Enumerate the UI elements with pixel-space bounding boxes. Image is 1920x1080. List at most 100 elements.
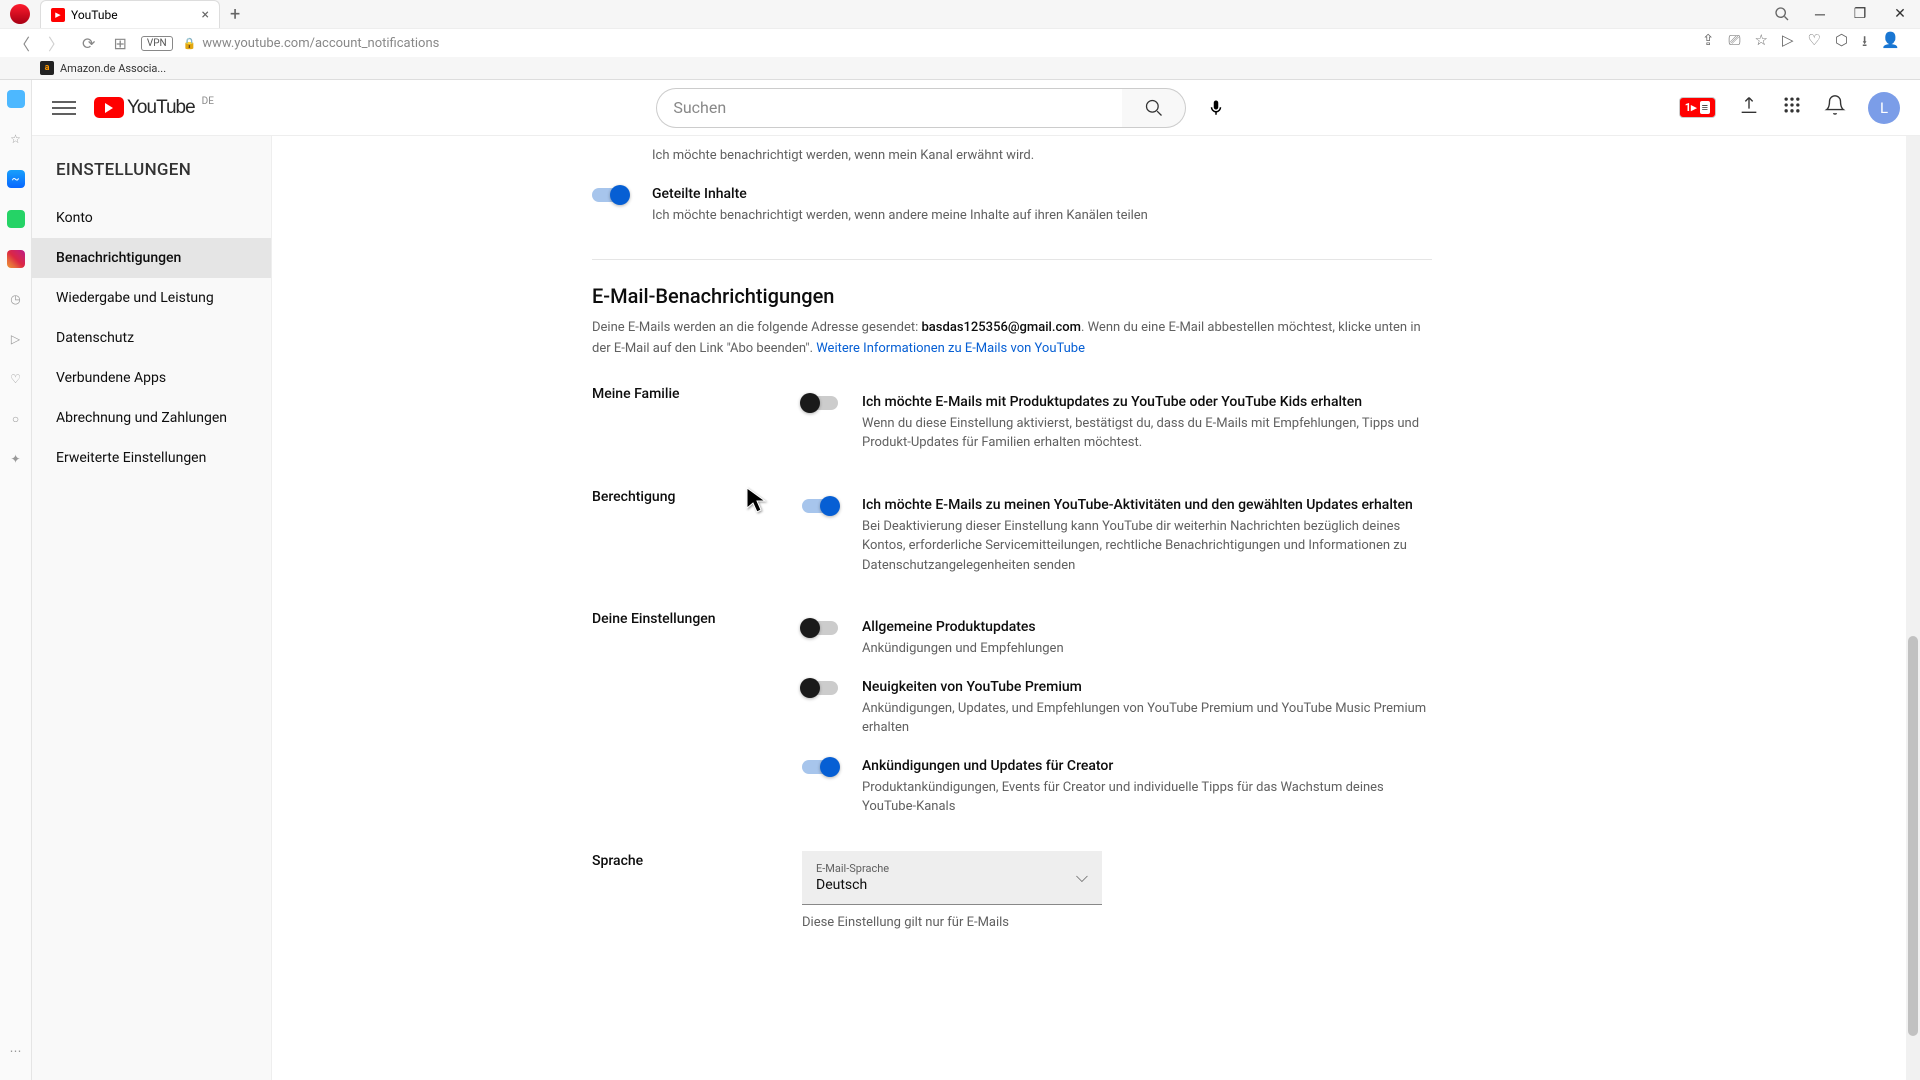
premium-news-title: Neuigkeiten von YouTube Premium (862, 679, 1432, 695)
settings-sidebar: EINSTELLUNGEN Konto Benachrichtigungen W… (32, 136, 272, 1080)
shared-desc: Ich möchte benachrichtigt werden, wenn a… (652, 206, 1432, 226)
instagram-icon[interactable] (7, 250, 25, 268)
maximize-button[interactable]: ❐ (1840, 0, 1880, 28)
url-field[interactable]: 🔒 www.youtube.com/account_notifications (183, 36, 1692, 51)
apps-icon[interactable] (1782, 95, 1802, 120)
email-info-link[interactable]: Weitere Informationen zu E-Mails von You… (816, 341, 1085, 356)
youtube-logo[interactable]: YouTube DE (94, 97, 214, 119)
family-title: Ich möchte E-Mails mit Produktupdates zu… (862, 394, 1432, 410)
header-right: 1▸ L (1679, 92, 1900, 124)
vpn-badge[interactable]: VPN (141, 36, 173, 51)
tab-close-icon[interactable]: × (202, 7, 209, 23)
more-icon[interactable]: ⋯ (7, 1042, 25, 1060)
browser-chrome: YouTube × + ─ ❐ ✕ 〈 〉 ⟳ ⊞ VPN 🔒 www.yout… (0, 0, 1920, 80)
window-controls: ─ ❐ ✕ (1800, 0, 1920, 28)
general-updates-title: Allgemeine Produktupdates (862, 619, 1432, 635)
sidebar-item-konto[interactable]: Konto (32, 198, 271, 238)
download-icon[interactable]: ⭳ (1862, 31, 1867, 56)
creator-updates-toggle[interactable] (802, 760, 838, 774)
shared-title: Geteilte Inhalte (652, 186, 1432, 202)
sidebar-item-verbundene-apps[interactable]: Verbundene Apps (32, 358, 271, 398)
language-value: Deutsch (816, 877, 1088, 893)
play-icon[interactable]: ▷ (7, 330, 25, 348)
speed-dial-icon[interactable]: ⊞ (109, 34, 130, 53)
permission-label: Berechtigung (592, 487, 802, 586)
language-note: Diese Einstellung gilt nur für E-Mails (802, 915, 1432, 930)
heart-icon[interactable]: ♡ (1807, 31, 1820, 56)
language-select[interactable]: E-Mail-Sprache Deutsch ⌵ (802, 851, 1102, 905)
addressbar-icons: ⇪ ⎚ ☆ ▷ ♡ ⬡ ⭳ 👤 (1702, 31, 1910, 56)
clock-icon[interactable]: ◷ (7, 290, 25, 308)
camera-icon[interactable]: ⎚ (1728, 31, 1740, 56)
send-icon[interactable]: ▷ (1782, 31, 1794, 56)
browser-search-icon[interactable] (1774, 6, 1790, 26)
forward-button[interactable]: 〉 (44, 31, 68, 55)
search-input[interactable]: Suchen (656, 88, 1122, 128)
mentions-setting: Ich möchte benachrichtigt werden, wenn m… (592, 136, 1432, 176)
sidebar-item-abrechnung[interactable]: Abrechnung und Zahlungen (32, 398, 271, 438)
youtube-region: DE (202, 96, 214, 107)
new-tab-button[interactable]: + (220, 4, 250, 25)
permission-desc: Bei Deaktivierung dieser Einstellung kan… (862, 517, 1432, 576)
youtube-body: EINSTELLUNGEN Konto Benachrichtigungen W… (32, 136, 1920, 1080)
bookmark-link[interactable]: Amazon.de Associa... (60, 62, 166, 75)
creator-updates-desc: Produktankündigungen, Events für Creator… (862, 778, 1432, 817)
email-section-sub: Deine E-Mails werden an die folgende Adr… (592, 318, 1432, 360)
cube-icon[interactable]: ⬡ (1835, 31, 1848, 56)
prefs-label: Deine Einstellungen (592, 609, 802, 827)
opera-logo-icon[interactable] (10, 4, 30, 24)
circle-icon[interactable]: ○ (7, 410, 25, 428)
sidebar-item-wiedergabe[interactable]: Wiedergabe und Leistung (32, 278, 271, 318)
general-updates-toggle[interactable] (802, 621, 838, 635)
permission-title: Ich möchte E-Mails zu meinen YouTube-Akt… (862, 497, 1432, 513)
voice-search-icon[interactable] (1196, 88, 1236, 128)
tab-bar: YouTube × + ─ ❐ ✕ (0, 0, 1920, 28)
upload-icon[interactable] (1738, 94, 1760, 121)
language-field-label: E-Mail-Sprache (816, 862, 1088, 875)
family-toggle[interactable] (802, 396, 838, 410)
hamburger-menu-icon[interactable] (52, 96, 76, 120)
notifications-icon[interactable] (1824, 94, 1846, 121)
permission-group: Berechtigung Ich möchte E-Mails zu meine… (592, 487, 1432, 586)
search-form: Suchen (656, 88, 1236, 128)
heart-sidebar-icon[interactable]: ♡ (7, 370, 25, 388)
profile-icon[interactable]: 👤 (1881, 31, 1900, 56)
general-updates-desc: Ankündigungen und Empfehlungen (862, 639, 1432, 659)
premium-news-toggle[interactable] (802, 681, 838, 695)
minimize-button[interactable]: ─ (1800, 0, 1840, 28)
sidebar-item-datenschutz[interactable]: Datenschutz (32, 318, 271, 358)
bookmark-icon[interactable]: ☆ (1754, 31, 1767, 56)
prefs-group: Deine Einstellungen Allgemeine Produktup… (592, 609, 1432, 827)
family-desc: Wenn du diese Einstellung aktivierst, be… (862, 414, 1432, 453)
youtube-header: YouTube DE Suchen 1▸ (32, 80, 1920, 136)
lock-icon: 🔒 (183, 37, 197, 50)
reload-button[interactable]: ⟳ (78, 34, 99, 53)
sidebar-item-erweitert[interactable]: Erweiterte Einstellungen (32, 438, 271, 478)
family-group: Meine Familie Ich möchte E-Mails mit Pro… (592, 384, 1432, 463)
mentions-desc: Ich möchte benachrichtigt werden, wenn m… (652, 146, 1432, 166)
extension-badge[interactable]: 1▸ (1679, 97, 1716, 118)
messenger-icon[interactable]: ~ (7, 170, 25, 188)
sidebar-item-benachrichtigungen[interactable]: Benachrichtigungen (32, 238, 271, 278)
search-button[interactable] (1122, 88, 1186, 128)
language-label: Sprache (592, 851, 802, 930)
shared-toggle[interactable] (592, 188, 628, 202)
pin-icon[interactable]: ✦ (7, 450, 25, 468)
back-button[interactable]: 〈 (10, 31, 34, 55)
bookmark-bar: a Amazon.de Associa... (0, 57, 1920, 79)
whatsapp-icon[interactable] (7, 210, 25, 228)
settings-content: Ich möchte benachrichtigt werden, wenn m… (272, 136, 1920, 1080)
opera-sidebar: ☆ ~ ◷ ▷ ♡ ○ ✦ ⋯ (0, 80, 32, 1080)
scrollbar-track[interactable] (1906, 136, 1920, 1080)
share-icon[interactable]: ⇪ (1702, 31, 1715, 56)
shared-content-setting: Geteilte Inhalte Ich möchte benachrichti… (592, 176, 1432, 236)
close-window-button[interactable]: ✕ (1880, 0, 1920, 28)
permission-toggle[interactable] (802, 499, 838, 513)
youtube-logo-text: YouTube (127, 97, 195, 119)
opera-home-icon[interactable] (7, 90, 25, 108)
avatar[interactable]: L (1868, 92, 1900, 124)
history-icon[interactable]: ☆ (7, 130, 25, 148)
browser-tab[interactable]: YouTube × (40, 0, 220, 28)
scrollbar-thumb[interactable] (1908, 636, 1918, 1036)
sidebar-title: EINSTELLUNGEN (32, 152, 271, 198)
